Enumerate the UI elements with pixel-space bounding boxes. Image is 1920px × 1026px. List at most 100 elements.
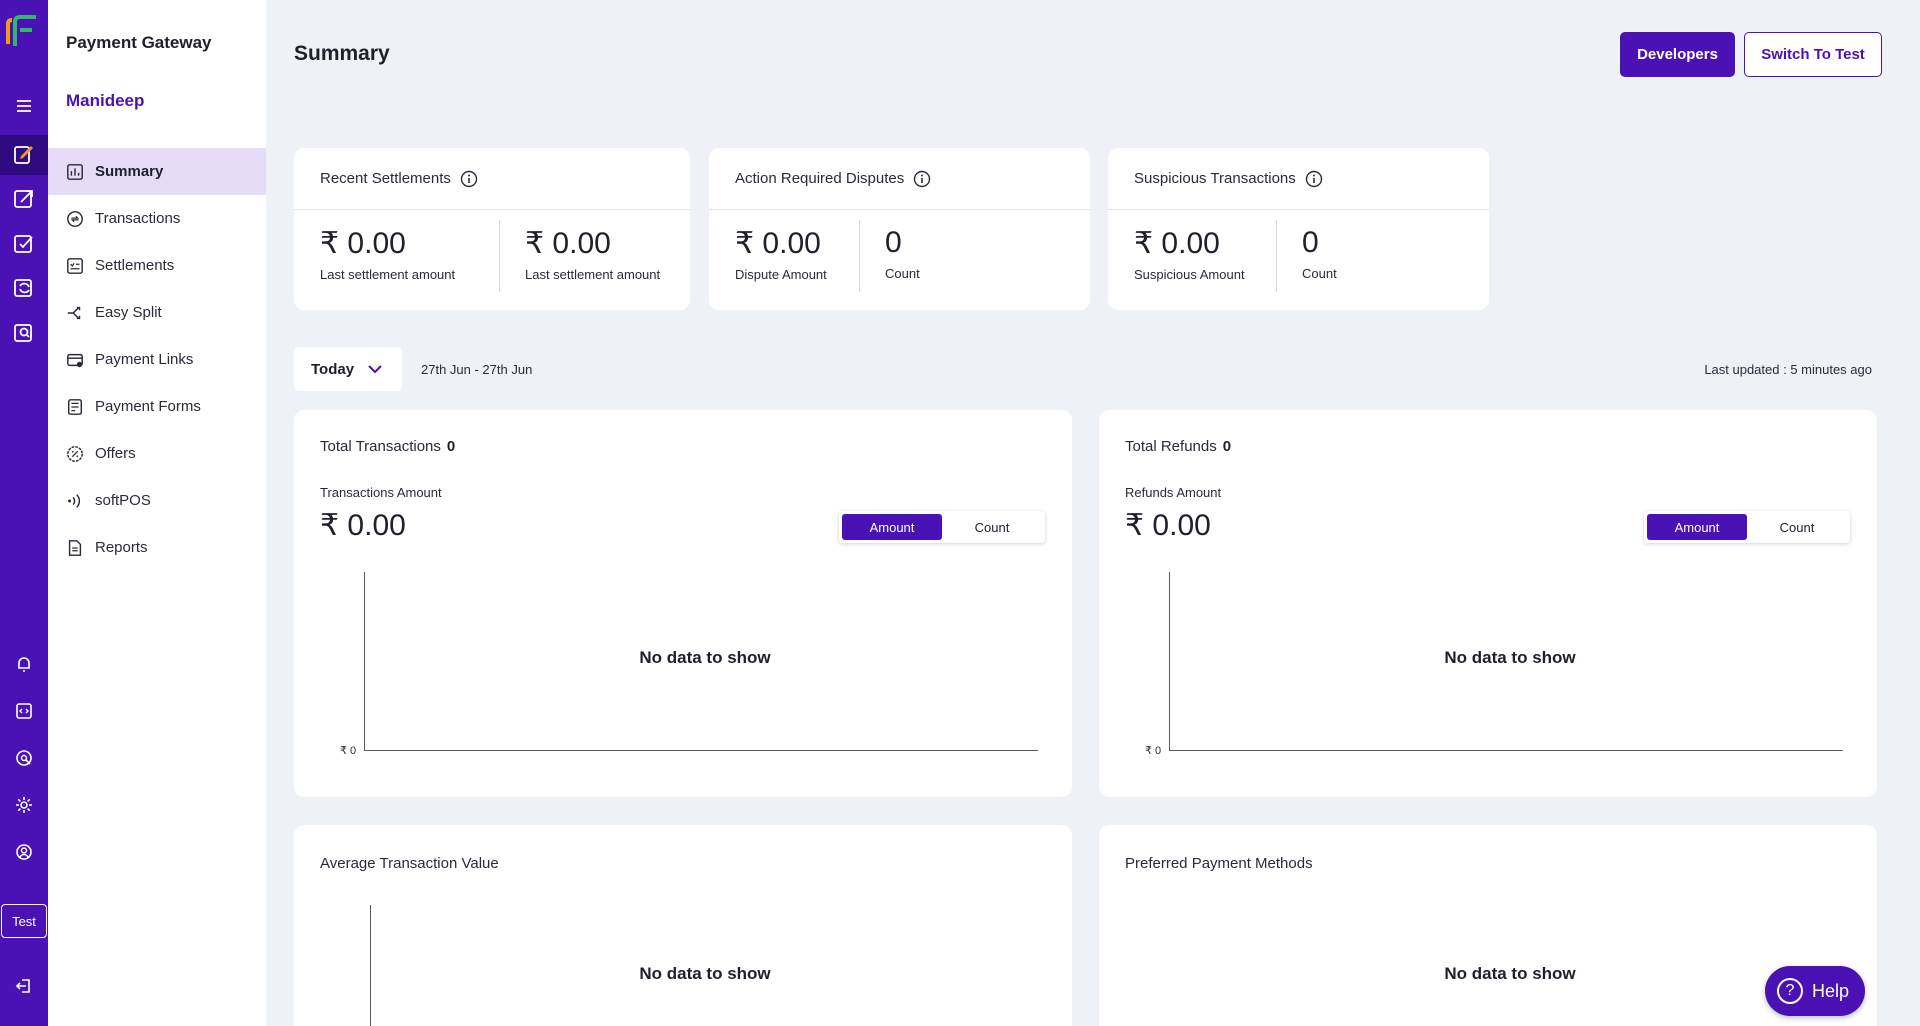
- card-title: Recent Settlements: [320, 170, 451, 187]
- document-icon: [65, 538, 85, 558]
- count-toggle-option[interactable]: Count: [1747, 514, 1847, 540]
- gear-icon[interactable]: [0, 785, 48, 825]
- chart-subtitle: Refunds Amount: [1125, 485, 1222, 500]
- info-icon[interactable]: [1305, 170, 1323, 188]
- chart-title: Average Transaction Value: [320, 855, 499, 872]
- chart-title: Total Transactions 0: [320, 438, 455, 455]
- sidebar-item-softpos[interactable]: softPOS: [48, 477, 266, 524]
- page-title: Summary: [294, 42, 390, 65]
- stat-value: ₹ 0.00: [525, 227, 611, 260]
- amount-toggle-option[interactable]: Amount: [842, 514, 942, 540]
- stat-value: 0: [885, 226, 902, 259]
- support-icon[interactable]: [0, 738, 48, 778]
- subscriptions-icon[interactable]: [0, 268, 48, 308]
- chart-x-axis: [1169, 750, 1843, 751]
- sidebar-item-label: Reports: [95, 539, 148, 556]
- sidebar-item-label: softPOS: [95, 492, 151, 509]
- question-mark-icon: ?: [1777, 978, 1803, 1004]
- offer-badge-icon: [65, 444, 85, 464]
- card-title: Action Required Disputes: [735, 170, 905, 187]
- stat-value: 0: [1302, 226, 1319, 259]
- recent-settlements-card: Recent Settlements ₹ 0.00 Last settlemen…: [294, 148, 690, 310]
- switch-to-test-button[interactable]: Switch To Test: [1744, 32, 1882, 77]
- chart-title-text: Total Refunds: [1125, 438, 1217, 455]
- card-link-icon: [65, 350, 85, 370]
- y-axis-zero-tick: ₹ 0: [1145, 745, 1162, 757]
- total-refunds-card: Total Refunds 0 Refunds Amount ₹ 0.00 Amo…: [1099, 410, 1877, 797]
- icon-rail: Test: [0, 0, 48, 1026]
- info-icon[interactable]: [913, 170, 931, 188]
- card-title: Suspicious Transactions: [1134, 170, 1296, 187]
- total-transactions-card: Total Transactions 0 Transactions Amount …: [294, 410, 1072, 797]
- stat-label: Suspicious Amount: [1134, 267, 1245, 282]
- logout-icon[interactable]: [0, 966, 48, 1006]
- test-mode-badge[interactable]: Test: [1, 904, 47, 938]
- suspicious-transactions-card: Suspicious Transactions ₹ 0.00 Suspiciou…: [1108, 148, 1489, 310]
- amount-count-toggle: Amount Count: [839, 511, 1045, 543]
- chart-title: Total Refunds 0: [1125, 438, 1231, 455]
- sidebar-item-label: Easy Split: [95, 304, 162, 321]
- stat-value: ₹ 0.00: [320, 227, 406, 260]
- no-data-message: No data to show: [639, 964, 771, 983]
- stat-label: Last settlement amount: [525, 267, 661, 282]
- amount-toggle-option[interactable]: Amount: [1647, 514, 1747, 540]
- no-data-message: No data to show: [1444, 648, 1576, 667]
- chart-y-axis: [370, 905, 371, 1026]
- nfc-icon: [65, 491, 85, 511]
- sidebar-item-settlements[interactable]: Settlements: [48, 242, 266, 289]
- period-dropdown[interactable]: Today: [294, 347, 402, 391]
- date-range: 27th Jun - 27th Jun: [421, 362, 533, 377]
- sidebar-title: Payment Gateway: [66, 33, 212, 52]
- sidebar: Payment Gateway Manideep Summary Transac…: [48, 0, 266, 1026]
- sidebar-item-label: Payment Forms: [95, 398, 201, 415]
- sidebar-item-transactions[interactable]: Transactions: [48, 195, 266, 242]
- sidebar-item-payment-links[interactable]: Payment Links: [48, 336, 266, 383]
- chart-y-axis: [364, 572, 365, 751]
- chart-y-axis: [1169, 572, 1170, 751]
- sidebar-item-reports[interactable]: Reports: [48, 524, 266, 571]
- merchant-name[interactable]: Manideep: [66, 91, 144, 111]
- verification-icon[interactable]: [0, 224, 48, 264]
- sidebar-item-label: Transactions: [95, 210, 181, 227]
- payouts-icon[interactable]: [0, 179, 48, 219]
- bell-icon[interactable]: [0, 644, 48, 684]
- action-required-disputes-card: Action Required Disputes ₹ 0.00 Dispute …: [709, 148, 1090, 310]
- sidebar-item-offers[interactable]: Offers: [48, 430, 266, 477]
- bar-chart-icon: [65, 162, 85, 182]
- average-transaction-value-card: Average Transaction Value No data to sho…: [294, 825, 1072, 1026]
- stat-label: Last settlement amount: [320, 267, 456, 282]
- help-button[interactable]: ? Help: [1765, 966, 1865, 1016]
- developer-code-icon[interactable]: [0, 691, 48, 731]
- count-toggle-option[interactable]: Count: [942, 514, 1042, 540]
- sidebar-item-label: Offers: [95, 445, 136, 462]
- split-icon: [65, 303, 85, 323]
- info-icon[interactable]: [460, 170, 478, 188]
- search-document-icon[interactable]: [0, 313, 48, 353]
- stat-label: Count: [885, 266, 920, 281]
- form-icon: [65, 397, 85, 417]
- menu-icon[interactable]: [0, 86, 48, 126]
- transactions-amount: ₹ 0.00: [320, 509, 406, 542]
- refunds-count: 0: [1222, 438, 1232, 455]
- chart-title: Preferred Payment Methods: [1125, 855, 1313, 872]
- stat-value: ₹ 0.00: [1134, 227, 1220, 260]
- sidebar-item-payment-forms[interactable]: Payment Forms: [48, 383, 266, 430]
- stat-label: Count: [1302, 266, 1337, 281]
- amount-count-toggle: Amount Count: [1644, 511, 1850, 543]
- stat-label: Dispute Amount: [735, 267, 827, 282]
- no-data-message: No data to show: [1444, 964, 1576, 983]
- transactions-icon: [65, 209, 85, 229]
- chevron-down-icon: [368, 365, 382, 374]
- profile-icon[interactable]: [0, 832, 48, 872]
- chart-x-axis: [364, 750, 1038, 751]
- sidebar-item-label: Summary: [95, 163, 164, 180]
- developers-button[interactable]: Developers: [1620, 32, 1735, 77]
- payment-gateway-icon[interactable]: [0, 135, 48, 175]
- sidebar-item-summary[interactable]: Summary: [48, 148, 266, 195]
- settlements-icon: [65, 256, 85, 276]
- brand-logo-icon: [6, 14, 38, 48]
- period-label: Today: [311, 360, 355, 378]
- sidebar-item-easy-split[interactable]: Easy Split: [48, 289, 266, 336]
- refunds-amount: ₹ 0.00: [1125, 509, 1211, 542]
- sidebar-nav: Summary Transactions Settlements Easy Sp…: [48, 148, 266, 571]
